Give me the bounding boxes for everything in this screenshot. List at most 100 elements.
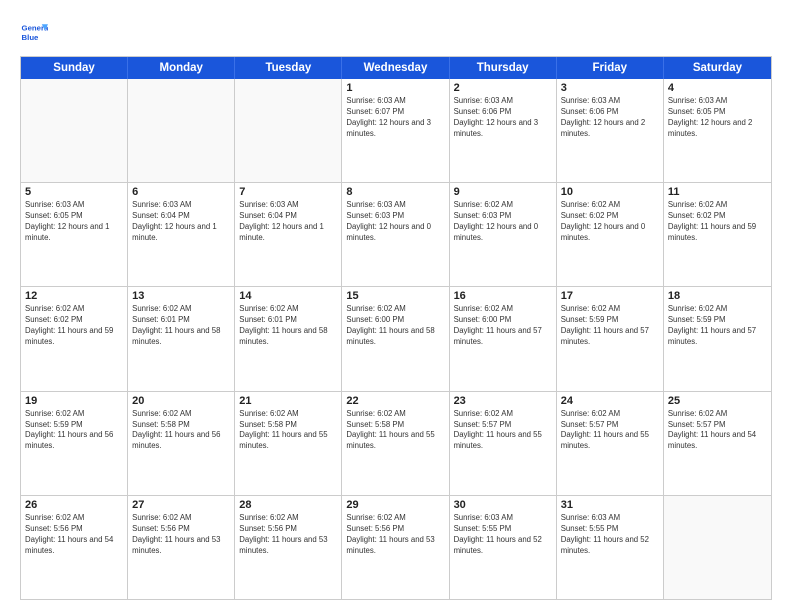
calendar-header: SundayMondayTuesdayWednesdayThursdayFrid… bbox=[21, 57, 771, 79]
day-info: Sunrise: 6:03 AMSunset: 6:07 PMDaylight:… bbox=[346, 96, 444, 140]
day-cell: 19 Sunrise: 6:02 AMSunset: 5:59 PMDayligh… bbox=[21, 392, 128, 495]
day-number: 31 bbox=[561, 499, 659, 511]
weekday-header: Monday bbox=[128, 57, 235, 79]
day-number: 7 bbox=[239, 186, 337, 198]
day-cell: 17 Sunrise: 6:02 AMSunset: 5:59 PMDayligh… bbox=[557, 287, 664, 390]
day-cell: 5 Sunrise: 6:03 AMSunset: 6:05 PMDaylight… bbox=[21, 183, 128, 286]
day-number: 13 bbox=[132, 290, 230, 302]
empty-cell bbox=[235, 79, 342, 182]
day-info: Sunrise: 6:02 AMSunset: 5:57 PMDaylight:… bbox=[561, 409, 659, 453]
day-number: 16 bbox=[454, 290, 552, 302]
day-info: Sunrise: 6:03 AMSunset: 6:03 PMDaylight:… bbox=[346, 200, 444, 244]
svg-text:Blue: Blue bbox=[22, 33, 40, 42]
calendar: SundayMondayTuesdayWednesdayThursdayFrid… bbox=[20, 56, 772, 600]
day-info: Sunrise: 6:02 AMSunset: 5:59 PMDaylight:… bbox=[25, 409, 123, 453]
day-info: Sunrise: 6:02 AMSunset: 5:56 PMDaylight:… bbox=[132, 513, 230, 557]
day-number: 30 bbox=[454, 499, 552, 511]
day-number: 10 bbox=[561, 186, 659, 198]
day-cell: 25 Sunrise: 6:02 AMSunset: 5:57 PMDayligh… bbox=[664, 392, 771, 495]
day-info: Sunrise: 6:02 AMSunset: 6:00 PMDaylight:… bbox=[346, 304, 444, 348]
day-info: Sunrise: 6:02 AMSunset: 5:59 PMDaylight:… bbox=[561, 304, 659, 348]
day-cell: 10 Sunrise: 6:02 AMSunset: 6:02 PMDayligh… bbox=[557, 183, 664, 286]
weekday-header: Friday bbox=[557, 57, 664, 79]
calendar-row: 19 Sunrise: 6:02 AMSunset: 5:59 PMDayligh… bbox=[21, 391, 771, 495]
day-info: Sunrise: 6:02 AMSunset: 5:56 PMDaylight:… bbox=[239, 513, 337, 557]
day-cell: 3 Sunrise: 6:03 AMSunset: 6:06 PMDaylight… bbox=[557, 79, 664, 182]
day-number: 26 bbox=[25, 499, 123, 511]
day-number: 11 bbox=[668, 186, 767, 198]
logo: General Blue bbox=[20, 18, 54, 46]
day-info: Sunrise: 6:02 AMSunset: 5:58 PMDaylight:… bbox=[346, 409, 444, 453]
day-cell: 31 Sunrise: 6:03 AMSunset: 5:55 PMDayligh… bbox=[557, 496, 664, 599]
day-cell: 11 Sunrise: 6:02 AMSunset: 6:02 PMDayligh… bbox=[664, 183, 771, 286]
day-info: Sunrise: 6:02 AMSunset: 5:57 PMDaylight:… bbox=[668, 409, 767, 453]
day-number: 25 bbox=[668, 395, 767, 407]
weekday-header: Saturday bbox=[664, 57, 771, 79]
day-number: 22 bbox=[346, 395, 444, 407]
day-number: 4 bbox=[668, 82, 767, 94]
day-info: Sunrise: 6:03 AMSunset: 6:04 PMDaylight:… bbox=[239, 200, 337, 244]
day-info: Sunrise: 6:03 AMSunset: 6:04 PMDaylight:… bbox=[132, 200, 230, 244]
day-info: Sunrise: 6:03 AMSunset: 5:55 PMDaylight:… bbox=[454, 513, 552, 557]
calendar-body: 1 Sunrise: 6:03 AMSunset: 6:07 PMDaylight… bbox=[21, 79, 771, 599]
day-cell: 12 Sunrise: 6:02 AMSunset: 6:02 PMDayligh… bbox=[21, 287, 128, 390]
day-number: 24 bbox=[561, 395, 659, 407]
day-cell: 21 Sunrise: 6:02 AMSunset: 5:58 PMDayligh… bbox=[235, 392, 342, 495]
empty-cell bbox=[664, 496, 771, 599]
day-cell: 29Sunrise: 6:02 AMSunset: 5:56 PMDayligh… bbox=[342, 496, 449, 599]
day-cell: 6 Sunrise: 6:03 AMSunset: 6:04 PMDaylight… bbox=[128, 183, 235, 286]
day-cell: 20 Sunrise: 6:02 AMSunset: 5:58 PMDayligh… bbox=[128, 392, 235, 495]
day-info: Sunrise: 6:02 AMSunset: 5:56 PMDaylight:… bbox=[25, 513, 123, 557]
day-info: Sunrise: 6:02 AMSunset: 6:00 PMDaylight:… bbox=[454, 304, 552, 348]
day-info: Sunrise: 6:02 AMSunset: 6:02 PMDaylight:… bbox=[561, 200, 659, 244]
day-number: 9 bbox=[454, 186, 552, 198]
day-number: 23 bbox=[454, 395, 552, 407]
day-number: 20 bbox=[132, 395, 230, 407]
empty-cell bbox=[21, 79, 128, 182]
day-number: 19 bbox=[25, 395, 123, 407]
day-number: 2 bbox=[454, 82, 552, 94]
day-info: Sunrise: 6:03 AMSunset: 6:06 PMDaylight:… bbox=[561, 96, 659, 140]
weekday-header: Thursday bbox=[450, 57, 557, 79]
day-cell: 26 Sunrise: 6:02 AMSunset: 5:56 PMDayligh… bbox=[21, 496, 128, 599]
day-cell: 28Sunrise: 6:02 AMSunset: 5:56 PMDayligh… bbox=[235, 496, 342, 599]
empty-cell bbox=[128, 79, 235, 182]
day-cell: 1 Sunrise: 6:03 AMSunset: 6:07 PMDaylight… bbox=[342, 79, 449, 182]
day-cell: 22 Sunrise: 6:02 AMSunset: 5:58 PMDayligh… bbox=[342, 392, 449, 495]
day-info: Sunrise: 6:03 AMSunset: 5:55 PMDaylight:… bbox=[561, 513, 659, 557]
day-cell: 16 Sunrise: 6:02 AMSunset: 6:00 PMDayligh… bbox=[450, 287, 557, 390]
day-cell: 27 Sunrise: 6:02 AMSunset: 5:56 PMDayligh… bbox=[128, 496, 235, 599]
day-info: Sunrise: 6:02 AMSunset: 6:02 PMDaylight:… bbox=[25, 304, 123, 348]
day-info: Sunrise: 6:02 AMSunset: 5:58 PMDaylight:… bbox=[239, 409, 337, 453]
weekday-header: Sunday bbox=[21, 57, 128, 79]
day-info: Sunrise: 6:02 AMSunset: 5:58 PMDaylight:… bbox=[132, 409, 230, 453]
calendar-row: 5 Sunrise: 6:03 AMSunset: 6:05 PMDaylight… bbox=[21, 182, 771, 286]
day-cell: 9Sunrise: 6:02 AMSunset: 6:03 PMDaylight… bbox=[450, 183, 557, 286]
day-cell: 14Sunrise: 6:02 AMSunset: 6:01 PMDayligh… bbox=[235, 287, 342, 390]
day-info: Sunrise: 6:03 AMSunset: 6:05 PMDaylight:… bbox=[25, 200, 123, 244]
day-cell: 2Sunrise: 6:03 AMSunset: 6:06 PMDaylight… bbox=[450, 79, 557, 182]
day-number: 29 bbox=[346, 499, 444, 511]
day-number: 17 bbox=[561, 290, 659, 302]
day-number: 3 bbox=[561, 82, 659, 94]
day-number: 8 bbox=[346, 186, 444, 198]
day-number: 6 bbox=[132, 186, 230, 198]
weekday-header: Wednesday bbox=[342, 57, 449, 79]
day-cell: 30 Sunrise: 6:03 AMSunset: 5:55 PMDayligh… bbox=[450, 496, 557, 599]
day-number: 5 bbox=[25, 186, 123, 198]
day-info: Sunrise: 6:02 AMSunset: 6:02 PMDaylight:… bbox=[668, 200, 767, 244]
day-number: 14 bbox=[239, 290, 337, 302]
logo-icon: General Blue bbox=[20, 18, 48, 46]
weekday-header: Tuesday bbox=[235, 57, 342, 79]
day-number: 12 bbox=[25, 290, 123, 302]
day-cell: 8 Sunrise: 6:03 AMSunset: 6:03 PMDaylight… bbox=[342, 183, 449, 286]
calendar-row: 12 Sunrise: 6:02 AMSunset: 6:02 PMDayligh… bbox=[21, 286, 771, 390]
day-number: 1 bbox=[346, 82, 444, 94]
calendar-row: 1 Sunrise: 6:03 AMSunset: 6:07 PMDaylight… bbox=[21, 79, 771, 182]
day-number: 27 bbox=[132, 499, 230, 511]
day-info: Sunrise: 6:02 AMSunset: 5:57 PMDaylight:… bbox=[454, 409, 552, 453]
day-cell: 15Sunrise: 6:02 AMSunset: 6:00 PMDayligh… bbox=[342, 287, 449, 390]
calendar-row: 26 Sunrise: 6:02 AMSunset: 5:56 PMDayligh… bbox=[21, 495, 771, 599]
day-cell: 24 Sunrise: 6:02 AMSunset: 5:57 PMDayligh… bbox=[557, 392, 664, 495]
day-number: 21 bbox=[239, 395, 337, 407]
